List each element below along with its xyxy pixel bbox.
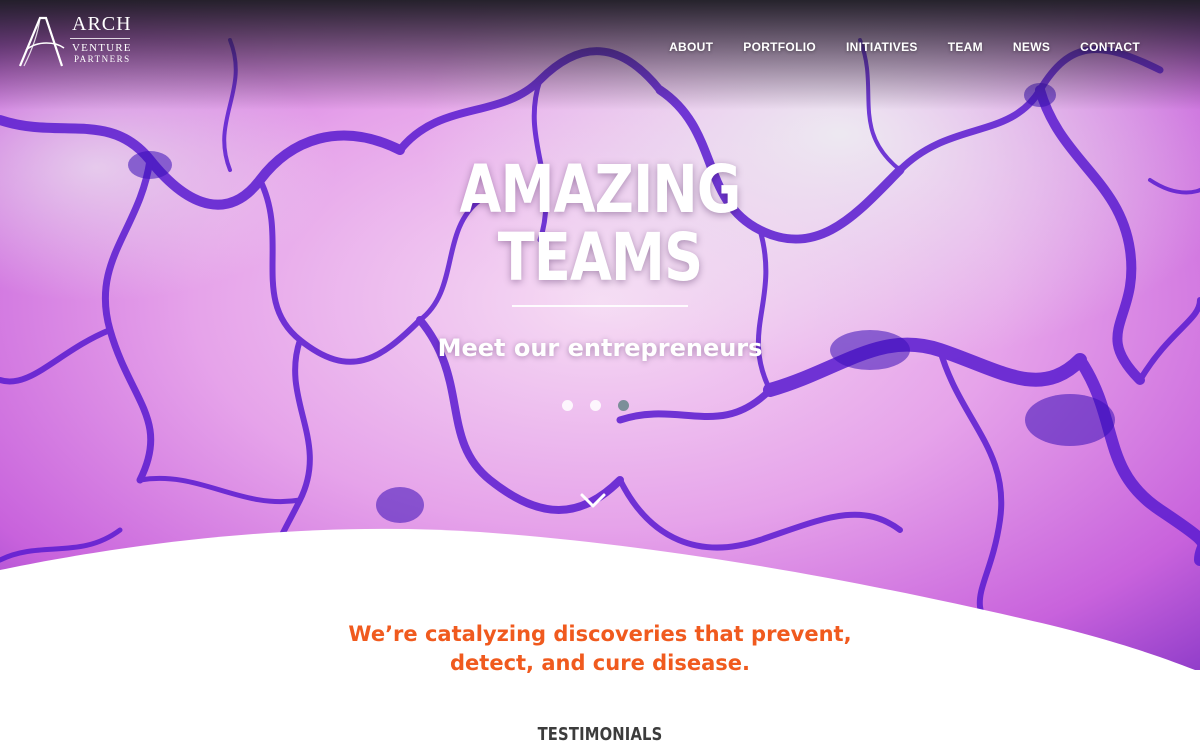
main-nav: ABOUT PORTFOLIO INITIATIVES TEAM NEWS CO… [639, 38, 1140, 56]
hero-subtitle: Meet our entrepreneurs [437, 334, 763, 362]
hero-title-line2: TEAMS [497, 219, 703, 296]
site-logo[interactable]: ARCH VENTURE PARTNERS [16, 14, 136, 70]
carousel-dot-2[interactable] [590, 400, 601, 411]
site-header: ARCH VENTURE PARTNERS ABOUT PORTFOLIO IN… [0, 0, 1200, 95]
nav-item-portfolio[interactable]: PORTFOLIO [743, 38, 816, 56]
hero-divider [512, 305, 688, 307]
logo-name-line1: ARCH [72, 13, 132, 35]
logo-name-line2: VENTURE [72, 42, 132, 54]
logo-name-line3: PARTNERS [74, 54, 131, 64]
hero-title: AMAZING TEAMS [108, 156, 1092, 292]
logo-wordmark: ARCH VENTURE PARTNERS [70, 14, 132, 65]
nav-item-initiatives[interactable]: INITIATIVES [846, 38, 918, 56]
nav-item-news[interactable]: NEWS [1013, 38, 1050, 56]
tagline-line2: detect, and cure disease. [450, 651, 750, 675]
chevron-down-icon[interactable] [578, 488, 608, 512]
nav-item-contact[interactable]: CONTACT [1080, 38, 1140, 56]
hero-title-line1: AMAZING [459, 151, 741, 228]
carousel-dot-3[interactable] [618, 400, 629, 411]
testimonials-heading: TESTIMONIALS [537, 724, 663, 745]
page: ARCH VENTURE PARTNERS ABOUT PORTFOLIO IN… [0, 0, 1200, 750]
arch-logo-icon [18, 16, 65, 67]
logo-divider [70, 38, 130, 39]
carousel-dot-1[interactable] [562, 400, 573, 411]
tagline-line1: We’re catalyzing discoveries that preven… [348, 622, 852, 646]
carousel-dots [562, 400, 629, 411]
nav-item-team[interactable]: TEAM [948, 38, 983, 56]
nav-item-about[interactable]: ABOUT [669, 38, 713, 56]
mission-tagline: We’re catalyzing discoveries that preven… [0, 620, 1200, 678]
